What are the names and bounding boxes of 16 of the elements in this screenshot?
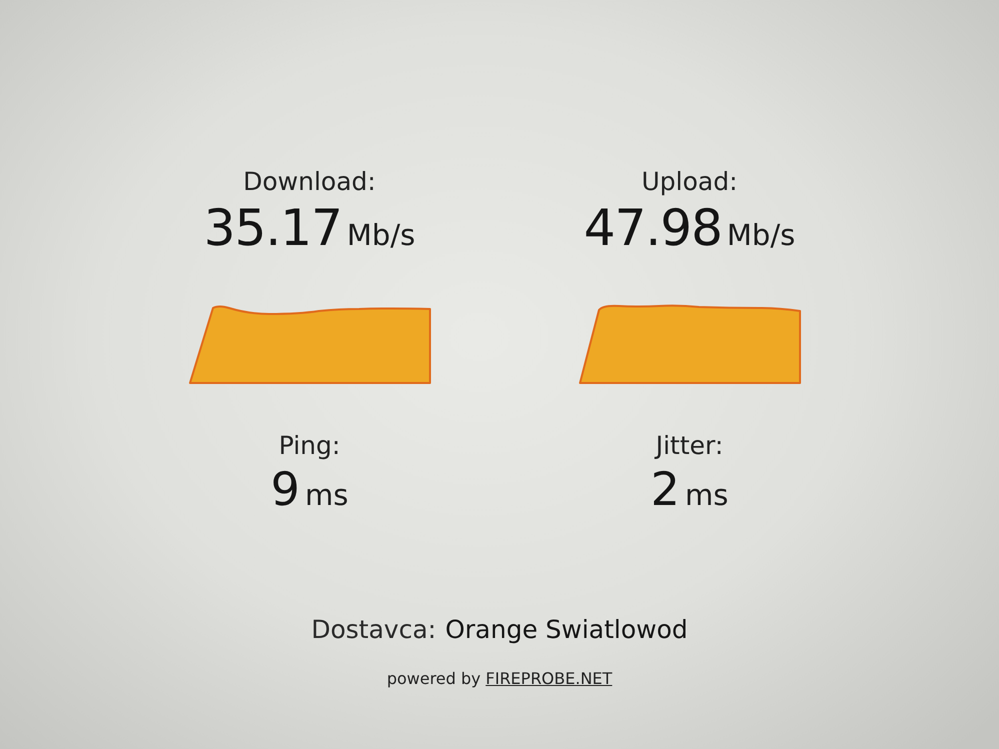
provider-name: Orange Swiatlowod bbox=[445, 614, 688, 646]
fireprobe-link[interactable]: FIREPROBE.NET bbox=[486, 668, 612, 690]
speed-value: 47.98 bbox=[584, 198, 722, 258]
speed-unit: Mb/s bbox=[346, 218, 416, 252]
latency-value: 9 bbox=[270, 462, 300, 516]
speed-unit: Mb/s bbox=[726, 218, 796, 252]
powered-by-text: powered by bbox=[386, 668, 481, 690]
provider-label: Dostavca: bbox=[311, 614, 436, 646]
latency-label: Jitter: bbox=[656, 430, 724, 462]
speed-label: Download: bbox=[243, 166, 376, 198]
speed-value: 35.17 bbox=[204, 198, 342, 258]
latency-value: 2 bbox=[650, 462, 680, 516]
latency-label: Ping: bbox=[278, 430, 340, 462]
speed-label: Upload: bbox=[641, 166, 738, 198]
latency-unit: ms bbox=[684, 478, 728, 512]
latency-unit: ms bbox=[304, 478, 348, 512]
